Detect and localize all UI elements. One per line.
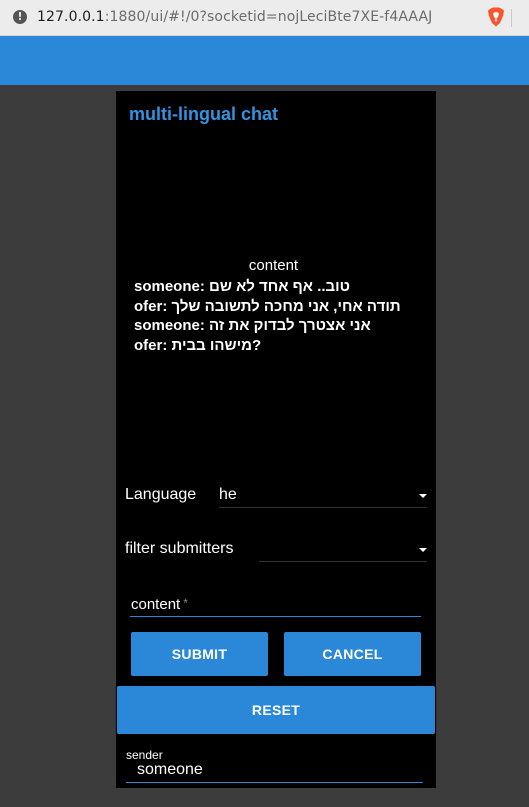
brave-lion-icon[interactable] [487, 7, 505, 27]
info-icon[interactable]: ! [13, 10, 27, 24]
chevron-down-icon [419, 494, 427, 498]
content-placeholder: content * [131, 596, 188, 613]
language-dropdown[interactable]: he [219, 484, 427, 508]
reset-button[interactable]: RESET [117, 686, 435, 734]
required-mark: * [183, 596, 188, 610]
sender-field[interactable]: sender someone [126, 748, 423, 783]
language-row: Language he [125, 484, 427, 510]
filter-row: filter submitters [125, 538, 427, 564]
dashboard-header [0, 36, 529, 85]
filter-dropdown[interactable] [259, 538, 427, 562]
chevron-down-icon [419, 548, 427, 552]
message-list: someone: טוב.. אף אחד לא שם ofer: תודה א… [134, 278, 424, 356]
submit-button[interactable]: SUBMIT [131, 632, 268, 676]
cancel-button[interactable]: CANCEL [284, 632, 421, 676]
content-label: content [248, 257, 299, 274]
url-field[interactable]: 127.0.0.1:1880/ui/#!/0?socketid=nojLeciB… [37, 9, 432, 25]
sender-label: sender [126, 748, 163, 762]
sender-value: someone [137, 761, 203, 778]
message-item: ofer: מישהו בבית? [134, 336, 262, 354]
language-value: he [219, 486, 237, 503]
chat-card: multi-lingual chat content someone: טוב.… [116, 91, 436, 788]
message-item: someone: טוב.. אף אחד לא שם [134, 278, 350, 295]
card-title: multi-lingual chat [129, 104, 279, 124]
language-label: Language [125, 486, 197, 503]
browser-address-bar: ! 127.0.0.1:1880/ui/#!/0?socketid=nojLec… [0, 0, 529, 36]
toolbar-separator [511, 9, 512, 27]
message-item: someone: אני אצטרך לבדוק את זה [134, 317, 371, 334]
url-host: 127.0.0.1 [37, 9, 105, 25]
content-input[interactable]: content * [130, 591, 421, 617]
url-path: :1880/ui/#!/0?socketid=nojLeciBte7XE-f4A… [104, 9, 433, 25]
filter-label: filter submitters [125, 540, 234, 557]
message-item: ofer: תודה אחי, אני מחכה לתשובה שלך [134, 297, 401, 315]
